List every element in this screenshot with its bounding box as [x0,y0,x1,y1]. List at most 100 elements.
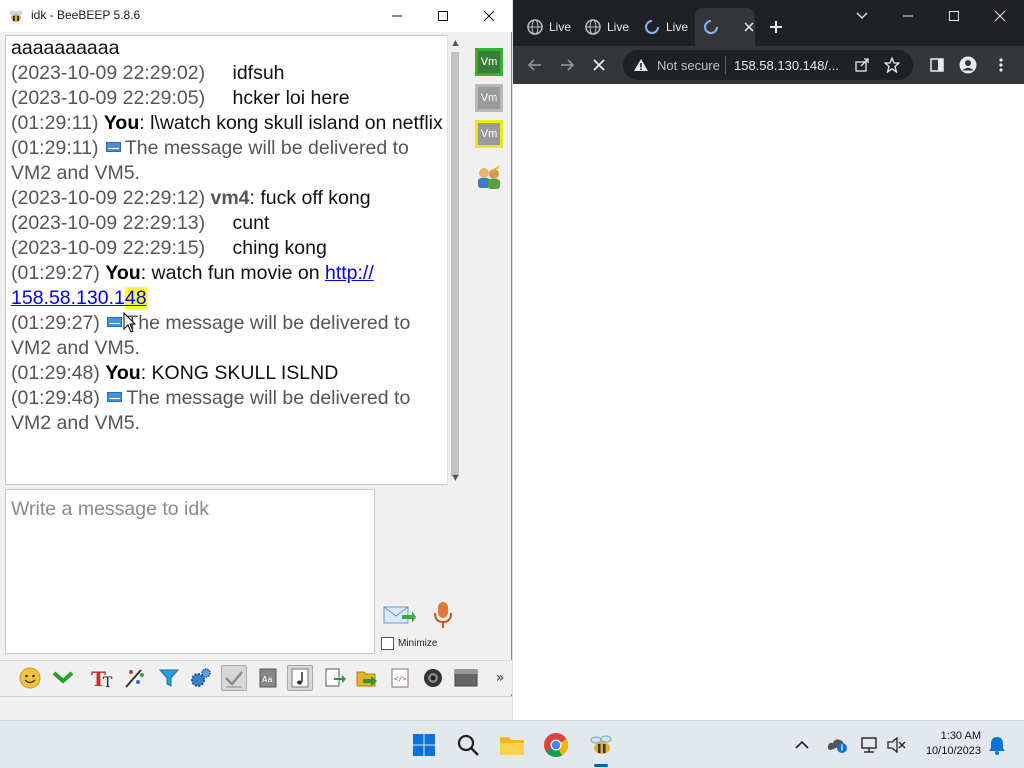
close-tab-icon[interactable] [743,21,755,33]
show-hidden-icons-button[interactable] [790,729,814,761]
send-file-button[interactable] [354,665,380,691]
music-note-icon [291,668,309,688]
color-brush-icon [125,669,144,688]
beebeep-logo-icon [9,10,23,22]
maximize-icon [438,11,448,21]
minimize-button[interactable] [374,0,420,32]
user-vm-away[interactable]: Vm [475,120,503,148]
timestamp: (01:29:11) [11,112,99,134]
message-text: : KONG SKULL ISLND [140,362,339,384]
system-clock[interactable]: 1:30 AM 10/10/2023 [915,729,981,759]
message-line: (01:29:27) The message will be delivered… [11,311,447,361]
message-input[interactable]: Write a message to idk [5,489,375,654]
side-panel-button[interactable] [925,54,949,76]
dictionary-button[interactable]: Aa [255,665,281,691]
scrollbar-thumb[interactable] [451,52,459,477]
title-bar[interactable]: idk - BeeBEEP 5.8.6 [0,0,512,32]
save-chat-button[interactable] [322,665,348,691]
group-users-icon[interactable] [474,163,504,193]
close-icon [483,10,495,22]
minimize-icon [392,15,402,17]
network-button[interactable] [858,729,882,761]
scroll-down-arrow-icon[interactable]: ▼ [448,470,463,485]
emoticon-button[interactable] [17,665,43,691]
forward-button[interactable] [555,54,579,76]
smiley-icon [19,667,41,689]
notifications-button[interactable] [985,729,1009,761]
book-icon: Aa [259,668,277,688]
settings-button[interactable] [188,665,214,691]
minimize-checkbox[interactable]: Minimize [381,637,437,650]
globe-icon [585,19,601,35]
color-picker-button[interactable] [122,665,148,691]
chat-history[interactable]: aaaaaaaaaa (2023-10-09 22:29:02) idfsuh … [5,35,462,485]
toolbar-overflow-button[interactable]: » [490,665,510,691]
maximize-icon [949,11,959,21]
file-explorer-button[interactable] [496,729,528,761]
clock-time: 1:30 AM [940,730,981,742]
user-vm-online[interactable]: Vm [475,48,503,76]
bell-icon [989,737,1005,755]
volume-button[interactable] [884,729,908,761]
address-bar[interactable]: Not secure 158.58.130.148/... [623,50,913,80]
search-button[interactable] [452,729,484,761]
timestamp: (2023-10-09 22:29:05) [11,87,206,109]
url-text[interactable]: 158.58.130.148/... [734,58,844,73]
loading-spinner-icon [645,20,659,34]
profile-icon [959,56,977,74]
terminal-icon [454,669,478,687]
tray-app-button[interactable] [826,729,850,761]
close-button[interactable] [466,0,512,32]
check-button[interactable] [221,665,247,691]
microphone-icon[interactable] [431,600,455,630]
windows-logo-icon [413,734,435,756]
mail-icon [107,317,123,328]
security-indicator[interactable]: Not secure [657,58,721,73]
sound-button[interactable] [287,665,313,691]
chrome-taskbar-button[interactable] [540,729,572,761]
plus-icon [770,21,782,33]
user-vm-offline[interactable]: Vm [475,84,503,112]
chrome-close-button[interactable] [977,0,1023,32]
checkbox-box[interactable] [381,637,394,650]
mouse-cursor-icon [123,312,137,333]
mail-icon [107,392,123,403]
share-icon[interactable] [854,57,870,73]
search-highlight: 48 [124,287,147,309]
back-button[interactable] [523,54,547,76]
beebeep-taskbar-button[interactable] [585,729,617,767]
page-content[interactable] [513,84,1024,720]
checkmark-icon [225,671,243,688]
terminal-button[interactable] [453,665,479,691]
browser-tab[interactable]: Live [644,8,700,46]
font-button[interactable]: TT [89,665,115,691]
chrome-minimize-button[interactable] [885,0,931,32]
new-tab-button[interactable] [763,14,789,40]
filter-button[interactable] [156,665,182,691]
code-button[interactable]: </> [387,665,413,691]
maximize-button[interactable] [420,0,466,32]
browser-tab[interactable]: Live [527,8,583,46]
svg-text:</>: </> [394,675,407,683]
message-text: ching kong [232,237,327,259]
globe-icon [527,19,543,35]
browser-tab-active[interactable] [695,8,755,46]
chrome-maximize-button[interactable] [931,0,977,32]
profile-button[interactable] [956,54,980,76]
timestamp: (2023-10-09 22:29:02) [11,62,206,84]
scroll-up-arrow-icon[interactable]: ▲ [448,35,463,50]
timestamp: (01:29:48) [11,387,100,409]
green-chevron-button[interactable] [50,665,76,691]
browser-tab[interactable]: Live [585,8,641,46]
screenshot-button[interactable] [420,665,446,691]
message-text: : fuck off kong [249,187,371,209]
start-button[interactable] [408,729,440,761]
tab-search-button[interactable] [839,0,885,32]
beebeep-window: idk - BeeBEEP 5.8.6 aaaaaaaaaa (2023-10-… [0,0,512,720]
send-message-icon[interactable] [382,601,416,629]
menu-button[interactable] [989,54,1013,76]
chat-scrollbar[interactable]: ▲ ▼ [447,35,462,485]
star-icon[interactable] [884,57,900,73]
timestamp: (01:29:27) [11,312,100,334]
stop-loading-button[interactable] [587,54,611,76]
